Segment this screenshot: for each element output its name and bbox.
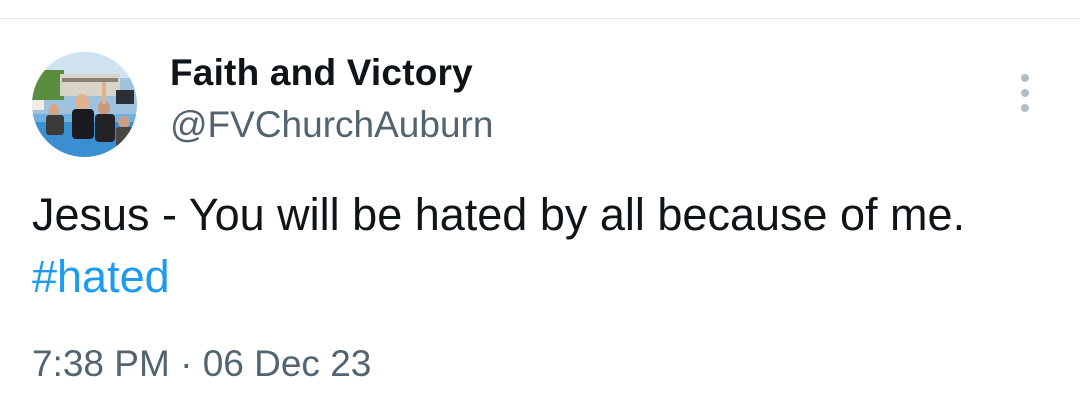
avatar-image (32, 52, 137, 157)
hashtag-link[interactable]: #hated (32, 251, 170, 302)
tweet-text: Jesus - You will be hated by all because… (32, 184, 1042, 308)
tweet-body: Jesus - You will be hated by all because… (32, 189, 966, 240)
tweet-date: 06 Dec 23 (202, 343, 372, 384)
tweet: Faith and Victory @FVChurchAuburn Jesus … (0, 0, 1080, 415)
tweet-timestamp[interactable]: 7:38 PM · 06 Dec 23 (32, 343, 371, 385)
tweet-time: 7:38 PM (32, 343, 170, 384)
timestamp-separator: · (180, 343, 193, 384)
user-handle[interactable]: @FVChurchAuburn (170, 104, 493, 146)
more-options-button[interactable] (1010, 70, 1040, 116)
more-vertical-icon (1021, 74, 1029, 112)
display-name[interactable]: Faith and Victory (170, 52, 473, 94)
avatar[interactable] (32, 52, 137, 157)
